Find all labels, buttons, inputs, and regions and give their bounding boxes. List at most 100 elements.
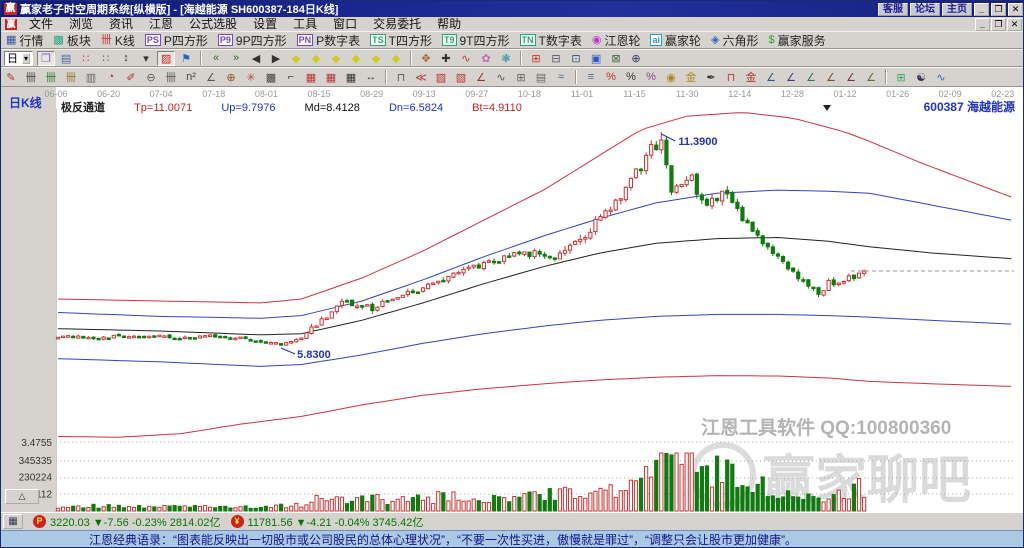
golden-section-tool[interactable]: 金 xyxy=(682,70,700,85)
info-panel-button[interactable]: ▤ xyxy=(57,51,75,66)
calculator-button[interactable]: ⊟ xyxy=(547,51,565,66)
n2-tool[interactable]: n² xyxy=(182,70,200,85)
titlebar-link-forum[interactable]: 论坛 xyxy=(910,3,940,16)
close-button[interactable]: ✕ xyxy=(1008,3,1023,16)
menu-item-4[interactable]: 公式选股 xyxy=(181,17,245,31)
memo-button[interactable]: ⊡ xyxy=(567,51,585,66)
gann-diamond-5-button[interactable]: ◆ xyxy=(367,51,385,66)
span-tool[interactable]: ↔ xyxy=(362,70,380,85)
angle-cursor-tool[interactable]: ∠ xyxy=(202,70,220,85)
first-page-button[interactable]: « xyxy=(207,51,225,66)
scale-toggle-button[interactable]: ↕ xyxy=(117,51,135,66)
minimize-button[interactable]: _ xyxy=(974,3,989,16)
trend-curve-button[interactable]: ∿ xyxy=(457,51,475,66)
remote-data-button[interactable]: ⊠ xyxy=(607,51,625,66)
menu-item-5[interactable]: 设置 xyxy=(245,17,285,31)
ruler-tool[interactable]: ▥ xyxy=(82,70,100,85)
menu-item-8[interactable]: 交易委托 xyxy=(365,17,429,31)
highlight-kline-button[interactable]: ▨ xyxy=(157,51,175,66)
titlebar-link-support[interactable]: 客服 xyxy=(878,3,908,16)
toolbar-item-hexagon[interactable]: ◈六角形 xyxy=(711,32,758,49)
sun-circle-tool[interactable]: ⊕ xyxy=(222,70,240,85)
flag-marker-button[interactable]: ⚑ xyxy=(177,51,195,66)
gann-grid-tool[interactable]: 卌 xyxy=(62,70,80,85)
gann-diamond-1-button[interactable]: ◆ xyxy=(287,51,305,66)
menu-item-7[interactable]: 窗口 xyxy=(325,17,365,31)
expand-pane-button[interactable]: △ xyxy=(5,489,39,504)
red-frame-tool[interactable]: ⊓ xyxy=(722,70,740,85)
network-button[interactable]: ⊕ xyxy=(627,51,645,66)
quote-grid-button[interactable]: ▦ xyxy=(3,514,23,529)
gann-diamond-6-button[interactable]: ◆ xyxy=(387,51,405,66)
cycle-circle-tool[interactable]: ⊖ xyxy=(142,70,160,85)
toolbar-item-t-square[interactable]: TST四方形 xyxy=(370,32,432,49)
prev-bar-button[interactable]: ◀ xyxy=(247,51,265,66)
dark-grid-tool[interactable]: ▩ xyxy=(262,70,280,85)
golden-circle-tool[interactable]: ◉ xyxy=(662,70,680,85)
analysis-button[interactable]: ❃ xyxy=(497,51,515,66)
toolbar-item-p-number-table[interactable]: PNP数字表 xyxy=(297,32,361,49)
kline-style-1-button[interactable]: ∷ xyxy=(77,51,95,66)
child-restore-button[interactable]: ❐ xyxy=(991,18,1006,31)
chart-panel[interactable]: 日K线 极反通道 Tp=11.0071 Up=9.7976 Md=8.4128 … xyxy=(1,87,1024,512)
time-grid-tool[interactable]: 卌 xyxy=(22,70,40,85)
sh-index-quote[interactable]: 3220.03 ▼-7.56 -0.23% 2814.02亿 xyxy=(50,514,221,530)
child-close-button[interactable]: ✕ xyxy=(1007,18,1022,31)
fine-grid-tool[interactable]: 卌 xyxy=(162,70,180,85)
toolbar-item-winner-service[interactable]: $赢家服务 xyxy=(769,32,826,49)
draw-pen-tool[interactable]: ✎ xyxy=(2,70,20,85)
toolbar-item-t9-square[interactable]: T99T四方形 xyxy=(442,32,510,49)
clamp-tool[interactable]: ⊓ xyxy=(392,70,410,85)
zigzag-tool[interactable]: ∿ xyxy=(492,70,510,85)
red-box-tool[interactable]: ▦ xyxy=(322,70,340,85)
mark-flower-button[interactable]: ✿ xyxy=(477,51,495,66)
toolbar-item-gann-wheel[interactable]: ◉江恩轮 xyxy=(592,32,641,49)
percent-tool[interactable]: % xyxy=(622,70,640,85)
toolbar-item-sectors[interactable]: ▩板块 xyxy=(53,32,90,49)
black-grid-tool[interactable]: ▦ xyxy=(342,70,360,85)
gann-angle-4-tool[interactable]: ∠ xyxy=(822,70,840,85)
wave-lines-tool[interactable]: ≈ xyxy=(552,70,570,85)
menu-item-6[interactable]: 工具 xyxy=(285,17,325,31)
period-selector[interactable]: 日▾ xyxy=(4,51,33,66)
gann-diamond-4-button[interactable]: ◆ xyxy=(347,51,365,66)
toolbar-item-kline[interactable]: 卌K线 xyxy=(101,32,135,49)
menu-item-3[interactable]: 江恩 xyxy=(141,17,181,31)
toolbar-item-winner-wheel[interactable]: ai赢家轮 xyxy=(650,32,701,49)
gann-diamond-2-button[interactable]: ◆ xyxy=(307,51,325,66)
drag-hand-button[interactable]: ✥ xyxy=(417,51,435,66)
square-grid-tool[interactable]: ⊞ xyxy=(512,70,530,85)
toolbar-item-quotes[interactable]: ▦行情 xyxy=(6,32,43,49)
percent-line-tool[interactable]: % xyxy=(642,70,660,85)
chevron-down-icon[interactable]: ▾ xyxy=(22,53,30,64)
toolbar-item-t-number-table[interactable]: TNT数字表 xyxy=(520,32,582,49)
shade-box2-tool[interactable]: ▧ xyxy=(452,70,470,85)
taichi-tool[interactable]: ☯ xyxy=(912,70,930,85)
golden-box-tool[interactable]: 金 xyxy=(742,70,760,85)
gann-angle-2-tool[interactable]: ∠ xyxy=(782,70,800,85)
calendar-button[interactable]: ⊞ xyxy=(527,51,545,66)
angle-line-tool[interactable]: ∠ xyxy=(472,70,490,85)
sz-index-quote[interactable]: 11781.56 ▼-4.21 -0.04% 3745.42亿 xyxy=(248,514,424,530)
last-page-button[interactable]: » xyxy=(227,51,245,66)
titlebar-link-home[interactable]: 主页 xyxy=(942,3,972,16)
gann-diamond-3-button[interactable]: ◆ xyxy=(327,51,345,66)
brush-tool[interactable]: ✒ xyxy=(702,70,720,85)
gann-angle-3-tool[interactable]: ∠ xyxy=(802,70,820,85)
arc-tool[interactable]: ◔ xyxy=(102,70,120,85)
fan-lines-tool[interactable]: ≪ xyxy=(412,70,430,85)
window-split-button[interactable]: ❐ xyxy=(37,51,55,66)
next-bar-button[interactable]: ▶ xyxy=(267,51,285,66)
percent-retrace-tool[interactable]: % xyxy=(602,70,620,85)
crosshair-button[interactable]: ✚ xyxy=(437,51,455,66)
menu-item-0[interactable]: 文件 xyxy=(21,17,61,31)
compass-tool[interactable]: ✐ xyxy=(122,70,140,85)
scale-dropdown[interactable]: ▾ xyxy=(137,51,155,66)
star-ray-tool[interactable]: ✳ xyxy=(242,70,260,85)
child-minimize-button[interactable]: _ xyxy=(975,18,990,31)
kline-mark-tool[interactable]: ⌐ xyxy=(282,70,300,85)
menu-item-1[interactable]: 浏览 xyxy=(61,17,101,31)
kline-style-2-button[interactable]: ∷ xyxy=(97,51,115,66)
shade-box-tool[interactable]: ▨ xyxy=(432,70,450,85)
gann-angle-1-tool[interactable]: ∠ xyxy=(762,70,780,85)
